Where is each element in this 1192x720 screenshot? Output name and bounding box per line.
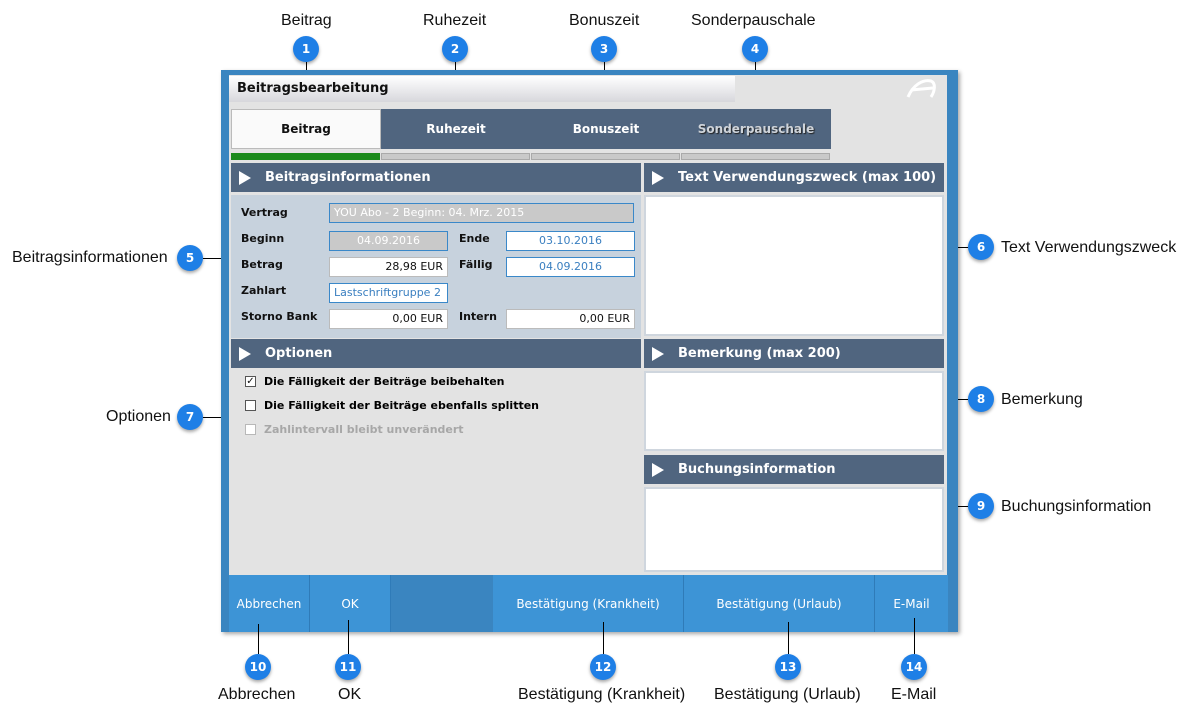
- callout-line-10: [258, 624, 259, 654]
- progress-step-1: [231, 153, 380, 160]
- checkbox-disabled-icon: [245, 424, 256, 435]
- callout-badge-8: 8: [968, 386, 994, 412]
- app-logo-icon: [906, 79, 936, 98]
- faellig-date-field[interactable]: 04.09.2016: [506, 257, 635, 277]
- ende-label: Ende: [459, 232, 490, 245]
- callout-line-14: [914, 618, 915, 654]
- expand-arrow-icon: [239, 346, 251, 361]
- callout-badge-2: 2: [442, 36, 468, 62]
- callout-badge-4: 4: [742, 36, 768, 62]
- callout-label-bonuszeit: Bonuszeit: [569, 12, 640, 29]
- checkbox-checked-icon[interactable]: ✓: [245, 376, 256, 387]
- tab-ruhezeit[interactable]: Ruhezeit: [381, 109, 531, 149]
- option-label: Zahlintervall bleibt unverändert: [264, 423, 464, 436]
- callout-label-beitrag: Beitrag: [281, 12, 332, 29]
- section-title-verwendungszweck: Text Verwendungszweck (max 100): [678, 170, 937, 185]
- tab-beitrag[interactable]: Beitrag: [231, 109, 381, 149]
- zahlart-label: Zahlart: [241, 284, 287, 297]
- tab-bonuszeit[interactable]: Bonuszeit: [531, 109, 681, 149]
- expand-arrow-icon: [239, 170, 251, 185]
- callout-label-sonderpauschale: Sonderpauschale: [691, 12, 816, 29]
- window-title: Beitragsbearbeitung: [229, 76, 735, 102]
- callout-badge-9: 9: [968, 493, 994, 519]
- callout-badge-13: 13: [775, 654, 801, 680]
- bemerkung-textarea[interactable]: [644, 371, 944, 451]
- window-content: Beitragsbearbeitung Beitrag Ruhezeit Bon…: [229, 75, 947, 575]
- beginn-label: Beginn: [241, 232, 285, 245]
- callout-badge-12: 12: [590, 654, 616, 680]
- email-button[interactable]: E-Mail: [875, 575, 948, 632]
- expand-arrow-icon: [652, 346, 664, 361]
- callout-label-ruhezeit: Ruhezeit: [423, 12, 487, 29]
- callout-badge-3: 3: [591, 36, 617, 62]
- callout-label-buchungsinformation: Buchungsinformation: [1001, 498, 1152, 515]
- callout-label-beitragsinformationen: Beitragsinformationen: [12, 249, 168, 266]
- option-label: Die Fälligkeit der Beiträge beibehalten: [264, 375, 505, 388]
- ok-button[interactable]: OK: [310, 575, 391, 632]
- callout-label-optionen: Optionen: [106, 408, 171, 425]
- beginn-field: 04.09.2016: [329, 231, 448, 251]
- callout-label-text-verwendungszweck: Text Verwendungszweck: [1001, 239, 1177, 256]
- intern-field[interactable]: 0,00 EUR: [506, 309, 635, 329]
- option-split-due-date[interactable]: Die Fälligkeit der Beiträge ebenfalls sp…: [245, 399, 539, 412]
- callout-line-11: [348, 620, 349, 654]
- expand-arrow-icon: [652, 462, 664, 477]
- section-title-beitragsinformationen: Beitragsinformationen: [265, 170, 431, 185]
- section-header-buchungsinformation[interactable]: Buchungsinformation: [644, 455, 944, 484]
- callout-label-bestaetigung-urlaub: Bestätigung (Urlaub): [714, 686, 861, 703]
- section-header-optionen[interactable]: Optionen: [231, 339, 641, 368]
- checkbox-icon[interactable]: [245, 400, 256, 411]
- buchungsinformation-textarea[interactable]: [644, 487, 944, 572]
- callout-badge-6: 6: [968, 234, 994, 260]
- betrag-field[interactable]: 28,98 EUR: [329, 257, 448, 277]
- section-header-beitragsinformationen[interactable]: Beitragsinformationen: [231, 163, 641, 192]
- progress-step-4: [681, 153, 830, 160]
- faellig-label: Fällig: [459, 258, 493, 271]
- storno-bank-label: Storno Bank: [241, 310, 318, 323]
- cancel-button[interactable]: Abbrechen: [229, 575, 310, 632]
- vertrag-label: Vertrag: [241, 206, 288, 219]
- tab-sonderpauschale: Sonderpauschale: [681, 109, 831, 149]
- expand-arrow-icon: [652, 170, 664, 185]
- contribution-edit-window: Beitragsbearbeitung Beitrag Ruhezeit Bon…: [221, 70, 958, 632]
- callout-label-email: E-Mail: [891, 686, 937, 703]
- callout-badge-10: 10: [245, 654, 271, 680]
- callout-line-12: [603, 622, 604, 654]
- option-keep-due-date[interactable]: ✓ Die Fälligkeit der Beiträge beibehalte…: [245, 375, 505, 388]
- section-title-buchungsinformation: Buchungsinformation: [678, 462, 836, 477]
- callout-label-bestaetigung-krankheit: Bestätigung (Krankheit): [518, 686, 686, 703]
- callout-label-bemerkung: Bemerkung: [1001, 391, 1083, 408]
- callout-badge-7: 7: [177, 404, 203, 430]
- ende-date-field[interactable]: 03.10.2016: [506, 231, 635, 251]
- section-header-bemerkung[interactable]: Bemerkung (max 200): [644, 339, 944, 368]
- callout-badge-14: 14: [901, 654, 927, 680]
- vertrag-field: YOU Abo - 2 Beginn: 04. Mrz. 2015: [329, 203, 634, 223]
- option-label: Die Fälligkeit der Beiträge ebenfalls sp…: [264, 399, 540, 412]
- section-title-optionen: Optionen: [265, 346, 333, 361]
- callout-badge-1: 1: [293, 36, 319, 62]
- callout-label-abbrechen: Abbrechen: [218, 686, 296, 703]
- section-title-bemerkung: Bemerkung (max 200): [678, 346, 841, 361]
- contribution-info-panel: Vertrag YOU Abo - 2 Beginn: 04. Mrz. 201…: [231, 195, 641, 338]
- section-header-verwendungszweck[interactable]: Text Verwendungszweck (max 100): [644, 163, 944, 192]
- callout-line-13: [788, 622, 789, 654]
- progress-step-2: [381, 153, 530, 160]
- confirm-vacation-button[interactable]: Bestätigung (Urlaub): [684, 575, 875, 632]
- callout-badge-5: 5: [177, 245, 203, 271]
- betrag-label: Betrag: [241, 258, 283, 271]
- callout-badge-11: 11: [335, 654, 361, 680]
- storno-bank-field[interactable]: 0,00 EUR: [329, 309, 448, 329]
- progress-step-3: [531, 153, 680, 160]
- verwendungszweck-textarea[interactable]: [644, 195, 944, 336]
- option-interval-unchanged: Zahlintervall bleibt unverändert: [245, 423, 464, 436]
- intern-label: Intern: [459, 310, 497, 323]
- zahlart-select[interactable]: Lastschriftgruppe 2: [329, 283, 448, 303]
- callout-label-ok: OK: [338, 686, 362, 703]
- confirm-sick-button[interactable]: Bestätigung (Krankheit): [493, 575, 684, 632]
